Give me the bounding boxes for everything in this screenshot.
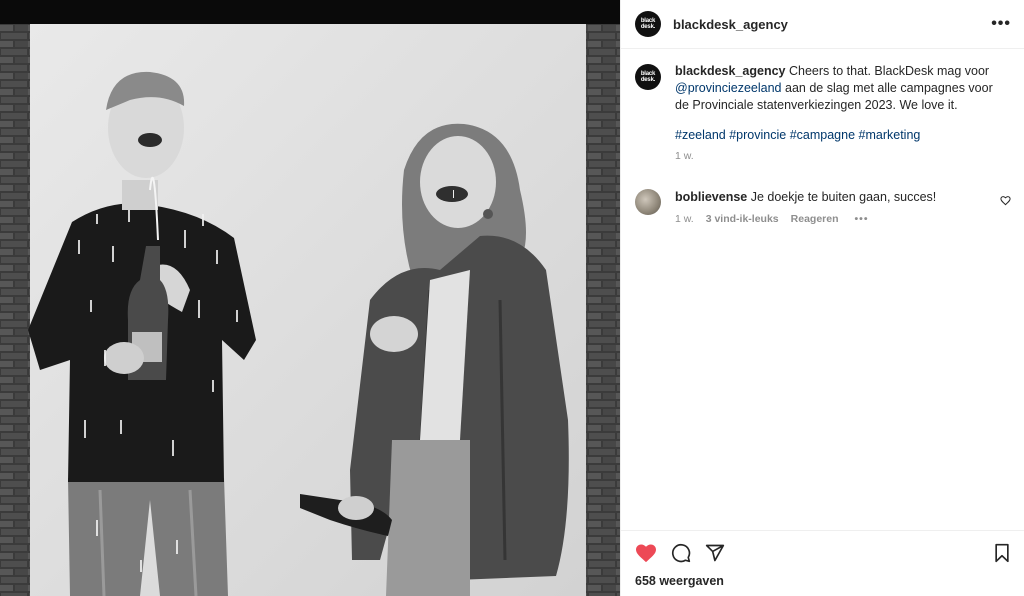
caption-avatar[interactable]: black desk.: [635, 64, 661, 90]
comment-body: boblievense Je doekje te buiten gaan, su…: [675, 189, 936, 228]
avatar-logo-text: desk.: [640, 77, 656, 83]
hashtag-link[interactable]: #marketing: [859, 128, 921, 142]
caption-body: blackdesk_agency Cheers to that. BlackDe…: [675, 63, 1005, 165]
caption-time[interactable]: 1 w.: [675, 148, 1005, 165]
hashtag-link[interactable]: #provincie: [729, 128, 786, 142]
reply-button[interactable]: Reageren: [791, 211, 839, 228]
view-count[interactable]: 658 weergaven: [635, 574, 1011, 588]
account-username[interactable]: blackdesk_agency: [673, 17, 788, 32]
comment-username[interactable]: boblievense: [675, 190, 747, 204]
hashtags: #zeeland #provincie #campagne #marketing: [675, 127, 1005, 144]
comment-meta: 1 w. 3 vind-ik-leuks Reageren •••: [675, 211, 936, 228]
comment-more-button[interactable]: •••: [855, 211, 869, 228]
bookmark-icon[interactable]: [993, 543, 1011, 563]
caption: black desk. blackdesk_agency Cheers to t…: [635, 63, 1011, 165]
post-image[interactable]: [0, 0, 620, 596]
comments-section: black desk. blackdesk_agency Cheers to t…: [621, 50, 1024, 530]
caption-username[interactable]: blackdesk_agency: [675, 64, 786, 78]
comment-message: Je doekje te buiten gaan, succes!: [747, 190, 937, 204]
comment-like-icon[interactable]: [1000, 193, 1011, 211]
account-avatar[interactable]: black desk.: [635, 11, 661, 37]
more-options-button[interactable]: •••: [991, 16, 1011, 32]
post-panel: black desk. blackdesk_agency ••• black d…: [620, 0, 1024, 596]
share-icon[interactable]: [705, 543, 725, 563]
comment-text: boblievense Je doekje te buiten gaan, su…: [675, 189, 936, 206]
comment-time[interactable]: 1 w.: [675, 211, 694, 228]
action-bar: 658 weergaven: [621, 530, 1024, 596]
post-photo: [0, 0, 620, 596]
caption-text: blackdesk_agency Cheers to that. BlackDe…: [675, 63, 1005, 114]
action-icons: [635, 541, 1011, 565]
caption-text-part: Cheers to that. BlackDesk mag voor: [785, 64, 990, 78]
post-header: black desk. blackdesk_agency •••: [621, 0, 1024, 49]
mention-link[interactable]: @provinciezeeland: [675, 81, 782, 95]
hashtag-link[interactable]: #zeeland: [675, 128, 726, 142]
comment-likes[interactable]: 3 vind-ik-leuks: [706, 211, 779, 228]
heart-icon[interactable]: [635, 543, 657, 563]
avatar-logo-text: desk.: [640, 24, 656, 30]
comment-icon[interactable]: [671, 543, 691, 563]
comment-item: boblievense Je doekje te buiten gaan, su…: [635, 189, 1011, 228]
commenter-avatar[interactable]: [635, 189, 661, 215]
hashtag-link[interactable]: #campagne: [790, 128, 855, 142]
